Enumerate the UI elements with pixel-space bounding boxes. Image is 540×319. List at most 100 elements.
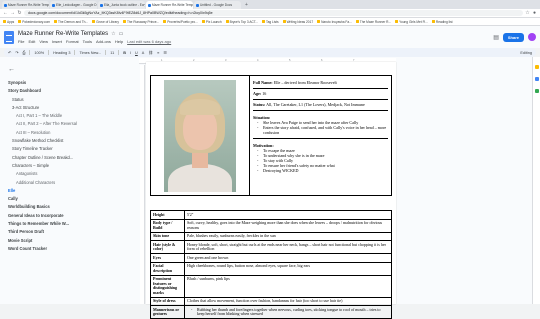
editing-mode-select[interactable]: Editing xyxy=(520,51,532,55)
url-field[interactable]: docs.google.com/document/d/1ld3k5gNoYAz_… xyxy=(24,10,523,16)
doc-title[interactable]: Maze Runner Re-Write Templates xyxy=(18,31,108,37)
outline-item[interactable]: Third Person Draft xyxy=(8,228,138,236)
menu-item[interactable]: File xyxy=(18,39,24,44)
redo-icon[interactable]: ↷ xyxy=(15,50,18,55)
browser-tab[interactable]: Untitled - Google Docs xyxy=(194,1,241,9)
avatar[interactable] xyxy=(528,33,536,41)
outline-item[interactable]: Act II, Part 2 – After The Reversal xyxy=(8,120,138,128)
bookmark-item[interactable]: The Demon and Th... xyxy=(54,20,88,24)
full-name-line[interactable]: Full Name: Elle – derived from Eleanor R… xyxy=(253,78,388,89)
age-line[interactable]: Age: 16 xyxy=(253,89,388,100)
outline-item[interactable]: Status xyxy=(8,96,138,104)
outline-item[interactable]: Chapter Outline / Scene Breakd... xyxy=(8,154,138,162)
bookmark-item[interactable]: Pokedexionary.com xyxy=(18,20,50,24)
menu-item[interactable]: Format xyxy=(66,39,79,44)
back-arrow-icon[interactable]: ← xyxy=(3,10,8,16)
font-select[interactable]: Times New... xyxy=(79,51,101,55)
outline-item[interactable]: Act III – Resolution xyxy=(8,129,138,137)
bookmark-item[interactable]: The Runaway Prince... xyxy=(122,20,159,24)
bookmark-item[interactable]: Reading list xyxy=(431,20,453,24)
outline-item[interactable]: Cally xyxy=(8,195,138,203)
bookmark-item[interactable]: Writing Ideas 2017 xyxy=(282,20,313,24)
folder-icon[interactable]: ▭ xyxy=(119,31,124,37)
trait-value[interactable]: One green and one brown xyxy=(184,253,392,263)
status-line[interactable]: Status: All, The Caretaker, L1 (The Love… xyxy=(253,100,388,111)
bookmark-item[interactable]: Proverbs/Poetic pro... xyxy=(163,20,198,24)
print-icon[interactable]: ⎙ xyxy=(22,51,25,55)
italic-button[interactable]: I xyxy=(130,51,131,55)
outline-item[interactable]: Characters – Simple xyxy=(8,162,138,170)
outline-item[interactable]: General Ideas to Incorporate xyxy=(8,212,138,220)
trait-value[interactable]: Clothes that allow movement, function ov… xyxy=(184,296,392,306)
profile-icon[interactable]: ● xyxy=(532,10,537,16)
menu-item[interactable]: Help xyxy=(115,39,123,44)
menu-item[interactable]: Insert xyxy=(52,39,62,44)
share-button[interactable]: Share xyxy=(502,32,524,42)
outline-item[interactable]: Act I, Part 1 – The Middle xyxy=(8,112,138,120)
trait-key[interactable]: Eyes xyxy=(150,253,185,263)
trait-value[interactable]: Blush / sunburns, pink lips xyxy=(184,274,392,298)
list-icon[interactable]: ☰ xyxy=(163,50,166,55)
bookmark-item[interactable]: Tag Lists xyxy=(262,20,279,24)
browser-tab[interactable]: Ella_Junta book outline - Ecrys xyxy=(98,1,145,9)
vertical-ruler[interactable] xyxy=(140,65,145,304)
bookmark-item[interactable]: Pix Launch xyxy=(201,20,222,24)
outline-item[interactable]: Story Dashboard xyxy=(8,87,138,95)
browser-tab[interactable]: Elle_Ledcollagen - Google D xyxy=(50,1,97,9)
outline-item[interactable]: Antagonists xyxy=(8,170,138,178)
zoom-select[interactable]: 100% xyxy=(34,51,44,55)
menu-item[interactable]: View xyxy=(39,39,48,44)
bookmark-item[interactable]: Young Girls Met Fi... xyxy=(395,20,428,24)
bookmark-item[interactable]: The Maze Runner R... xyxy=(355,20,391,24)
menu-item[interactable]: Edit xyxy=(28,39,35,44)
outline-item[interactable]: Synopsis xyxy=(8,79,138,87)
trait-key[interactable]: Height xyxy=(150,210,185,220)
text-color-icon[interactable]: A xyxy=(142,51,145,55)
outline-item[interactable]: Things to Remember While W... xyxy=(8,220,138,228)
font-size-field[interactable]: 11 xyxy=(110,51,114,55)
bookmark-item[interactable]: Naruto Inuyasha Fa... xyxy=(317,20,352,24)
bookmark-star-icon[interactable]: ☆ xyxy=(525,10,530,16)
trait-key[interactable]: Facial description xyxy=(150,261,185,276)
new-tab-button[interactable]: + xyxy=(242,1,251,9)
outline-item[interactable]: Snowflake Method Checklist xyxy=(8,137,138,145)
comments-icon[interactable]: ▤ xyxy=(493,34,499,41)
tasks-icon[interactable] xyxy=(534,77,539,81)
keep-icon[interactable] xyxy=(534,65,539,69)
outline-item[interactable]: Worldbuilding Basics xyxy=(8,203,138,211)
trait-value[interactable]: Soft, curvy, healthy, goes into the Maze… xyxy=(184,218,392,233)
outline-item[interactable]: Movie Script xyxy=(8,237,138,245)
bookmark-item[interactable]: Bryce's Top 3 ACT... xyxy=(225,20,258,24)
trait-key[interactable]: Mannerisms or gestures xyxy=(150,305,185,319)
menu-item[interactable]: Add-ons xyxy=(96,39,111,44)
outline-item[interactable]: Elle xyxy=(8,187,138,195)
character-portrait[interactable] xyxy=(164,79,236,192)
star-icon[interactable]: ☆ xyxy=(111,31,115,37)
outline-item[interactable]: 3-Act Structure xyxy=(8,104,138,112)
trait-value[interactable]: High cheekbones, round lips, button nose… xyxy=(184,261,392,276)
outline-item[interactable]: Story Timeline Tracker xyxy=(8,145,138,153)
calendar-icon[interactable] xyxy=(534,89,539,93)
bookmark-item[interactable]: Apps xyxy=(3,20,14,24)
undo-icon[interactable]: ↶ xyxy=(8,50,11,55)
browser-tab[interactable]: Maze Runner Re-Write Templates xyxy=(2,1,49,9)
trait-value[interactable]: Pale, blushes easily, sunburns easily, f… xyxy=(184,231,392,241)
outline-item[interactable]: Word Count Tracker xyxy=(8,245,138,253)
trait-key[interactable]: Prominent features or distinguishing mar… xyxy=(150,274,185,298)
style-select[interactable]: Heading 3 xyxy=(53,51,70,55)
docs-logo-icon[interactable] xyxy=(4,30,14,44)
trait-key[interactable]: Skin tone xyxy=(150,231,185,241)
bookmark-item[interactable]: Grove of Library xyxy=(92,20,119,24)
trait-key[interactable]: Body type / Build xyxy=(150,218,185,233)
browser-tab[interactable]: Maze Runner Re-Write Templates xyxy=(146,1,193,9)
underline-button[interactable]: U xyxy=(135,51,138,55)
situation-block[interactable]: Situation: She leaves Ava Paige to send … xyxy=(253,111,388,139)
trait-key[interactable]: Hair (style & color) xyxy=(150,240,185,254)
trait-key[interactable]: Style of dress xyxy=(150,296,185,306)
outline-back-arrow-icon[interactable]: ← xyxy=(8,66,138,73)
forward-arrow-icon[interactable]: → xyxy=(10,10,15,16)
motivation-block[interactable]: Motivation: To escape the mazeTo underst… xyxy=(253,139,388,173)
document-page[interactable]: Full Name: Elle – derived from Eleanor R… xyxy=(146,62,396,319)
menu-item[interactable]: Tools xyxy=(83,39,92,44)
reload-icon[interactable]: ↻ xyxy=(17,10,22,16)
